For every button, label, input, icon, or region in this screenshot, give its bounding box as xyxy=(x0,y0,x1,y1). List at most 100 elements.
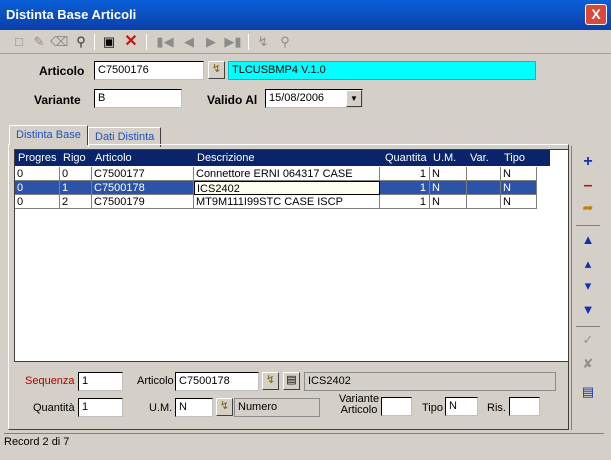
table-row[interactable]: 0 2 C7500179 MT9M111I99STC CASE ISCP 1 N… xyxy=(15,195,550,209)
last-icon[interactable]: ▶▮ xyxy=(224,33,242,51)
cancel-icon[interactable]: ✕ xyxy=(122,33,140,51)
cell-progres: 0 xyxy=(15,181,60,195)
lightning-icon: ↯ xyxy=(265,374,276,386)
new-icon[interactable]: □ xyxy=(10,33,28,51)
remove-row-icon[interactable]: – xyxy=(578,176,598,196)
window-title: Distinta Base Articoli xyxy=(6,7,137,22)
cell-var xyxy=(467,167,501,181)
sequenza-input[interactable]: 1 xyxy=(78,372,123,391)
ris-input[interactable] xyxy=(509,397,540,416)
move-down-icon[interactable]: ▾ xyxy=(578,276,598,296)
cell-descrizione-editor[interactable]: ICS2402 xyxy=(194,181,380,195)
detail-articolo-input[interactable]: C7500178 xyxy=(175,372,259,391)
articolo-input[interactable]: C7500176 xyxy=(94,61,204,80)
quantita-input[interactable]: 1 xyxy=(78,398,123,417)
confirm-icon[interactable]: ✓ xyxy=(578,330,598,350)
cell-um: N xyxy=(430,195,467,209)
col-descrizione[interactable]: Descrizione xyxy=(197,152,254,164)
variante-label: Variante xyxy=(34,93,81,107)
row-actions-sidebar: + – ➦ ▲ ▴ ▾ ▼ ✓ ✘ ▤ xyxy=(571,146,603,430)
list-icon[interactable]: ▤ xyxy=(578,382,598,402)
bom-grid[interactable]: Progres Rigo Articolo Descrizione Quanti… xyxy=(14,149,569,362)
cell-descrizione: Connettore ERNI 064317 CASE xyxy=(194,167,380,181)
detail-articolo-label: Articolo xyxy=(137,375,174,387)
prev-icon[interactable]: ◀ xyxy=(180,33,198,51)
cell-articolo: C7500179 xyxy=(92,195,194,209)
variante-articolo-input[interactable] xyxy=(381,397,412,416)
edit-icon[interactable]: ✎ xyxy=(30,33,48,51)
detail-articolo-open-button[interactable]: ▤ xyxy=(283,372,300,390)
tipo-label: Tipo xyxy=(422,402,443,414)
col-um[interactable]: U.M. xyxy=(433,152,456,164)
detail-articolo-description: ICS2402 xyxy=(304,372,556,391)
move-top-icon[interactable]: ▲ xyxy=(578,230,598,250)
chevron-down-icon[interactable]: ▼ xyxy=(346,90,362,107)
ris-label: Ris. xyxy=(487,402,506,414)
col-articolo[interactable]: Articolo xyxy=(95,152,132,164)
cell-quantita: 1 xyxy=(380,181,430,195)
col-rigo[interactable]: Rigo xyxy=(63,152,86,164)
add-row-icon[interactable]: + xyxy=(578,152,598,172)
cell-var xyxy=(467,195,501,209)
next-icon[interactable]: ▶ xyxy=(202,33,220,51)
table-row[interactable]: 0 0 C7500177 Connettore ERNI 064317 CASE… xyxy=(15,167,550,181)
um-description: Numero xyxy=(234,398,320,417)
col-var[interactable]: Var. xyxy=(470,152,489,164)
cell-progres: 0 xyxy=(15,195,60,209)
status-bar: Record 2 di 7 xyxy=(4,433,604,449)
cell-rigo: 2 xyxy=(60,195,92,209)
discard-icon[interactable]: ✘ xyxy=(578,354,598,374)
save-icon[interactable]: ▣ xyxy=(100,33,118,51)
lightning-icon: ↯ xyxy=(219,400,230,412)
title-bar: Distinta Base Articoli X xyxy=(0,0,611,30)
cell-tipo: N xyxy=(501,181,537,195)
valido-date-value: 15/08/2006 xyxy=(269,92,325,104)
folder-icon: ▤ xyxy=(286,374,297,386)
cell-rigo: 1 xyxy=(60,181,92,195)
col-tipo[interactable]: Tipo xyxy=(504,152,525,164)
cell-var xyxy=(467,181,501,195)
col-quantita[interactable]: Quantita xyxy=(385,152,427,164)
variante-input[interactable]: B xyxy=(94,89,182,108)
cell-articolo: C7500177 xyxy=(92,167,194,181)
lightning-icon: ↯ xyxy=(211,63,222,75)
articolo-description: TLCUSBMP4 V.1.0 xyxy=(228,61,536,80)
cell-tipo: N xyxy=(501,167,537,181)
articolo-label: Articolo xyxy=(39,64,85,78)
cell-rigo: 0 xyxy=(60,167,92,181)
variante-label-line2: Articolo xyxy=(340,404,378,416)
cell-quantita: 1 xyxy=(380,167,430,181)
cell-um: N xyxy=(430,167,467,181)
um-input[interactable]: N xyxy=(175,398,213,417)
record-counter: Record 2 di 7 xyxy=(4,436,70,448)
move-bottom-icon[interactable]: ▼ xyxy=(578,300,598,320)
tab-distinta-base[interactable]: Distinta Base xyxy=(9,125,88,145)
cell-um: N xyxy=(430,181,467,195)
cell-articolo: C7500178 xyxy=(92,181,194,195)
move-up-icon[interactable]: ▴ xyxy=(578,254,598,274)
table-row-selected[interactable]: 0 1 C7500178 ICS2402 1 N N xyxy=(15,181,550,195)
cell-descrizione: MT9M111I99STC CASE ISCP xyxy=(194,195,380,209)
valido-label: Valido Al xyxy=(207,93,258,107)
quantita-label: Quantità xyxy=(33,402,75,414)
close-button[interactable]: X xyxy=(585,4,607,25)
col-progres[interactable]: Progres xyxy=(18,152,57,164)
cell-progres: 0 xyxy=(15,167,60,181)
insert-row-icon[interactable]: ➦ xyxy=(578,198,598,218)
delete-icon[interactable]: ⌫ xyxy=(50,33,68,51)
tipo-input[interactable]: N xyxy=(445,397,478,416)
articolo-lookup-button[interactable]: ↯ xyxy=(208,61,225,79)
um-lookup-button[interactable]: ↯ xyxy=(216,398,233,416)
first-icon[interactable]: ▮◀ xyxy=(156,33,174,51)
search-icon[interactable]: ⚲ xyxy=(72,33,90,51)
filter-icon[interactable]: ↯ xyxy=(254,33,272,51)
toolbar: □ ✎ ⌫ ⚲ ▣ ✕ ▮◀ ◀ ▶ ▶▮ ↯ ⚲ xyxy=(0,30,611,54)
find-icon[interactable]: ⚲ xyxy=(276,33,294,51)
valido-date-select[interactable]: 15/08/2006 ▼ xyxy=(265,89,363,108)
detail-articolo-lookup-button[interactable]: ↯ xyxy=(262,372,279,390)
cell-tipo: N xyxy=(501,195,537,209)
um-label: U.M. xyxy=(149,402,173,414)
sequenza-label: Sequenza xyxy=(25,375,75,387)
cell-quantita: 1 xyxy=(380,195,430,209)
grid-header: Progres Rigo Articolo Descrizione Quanti… xyxy=(15,150,550,166)
